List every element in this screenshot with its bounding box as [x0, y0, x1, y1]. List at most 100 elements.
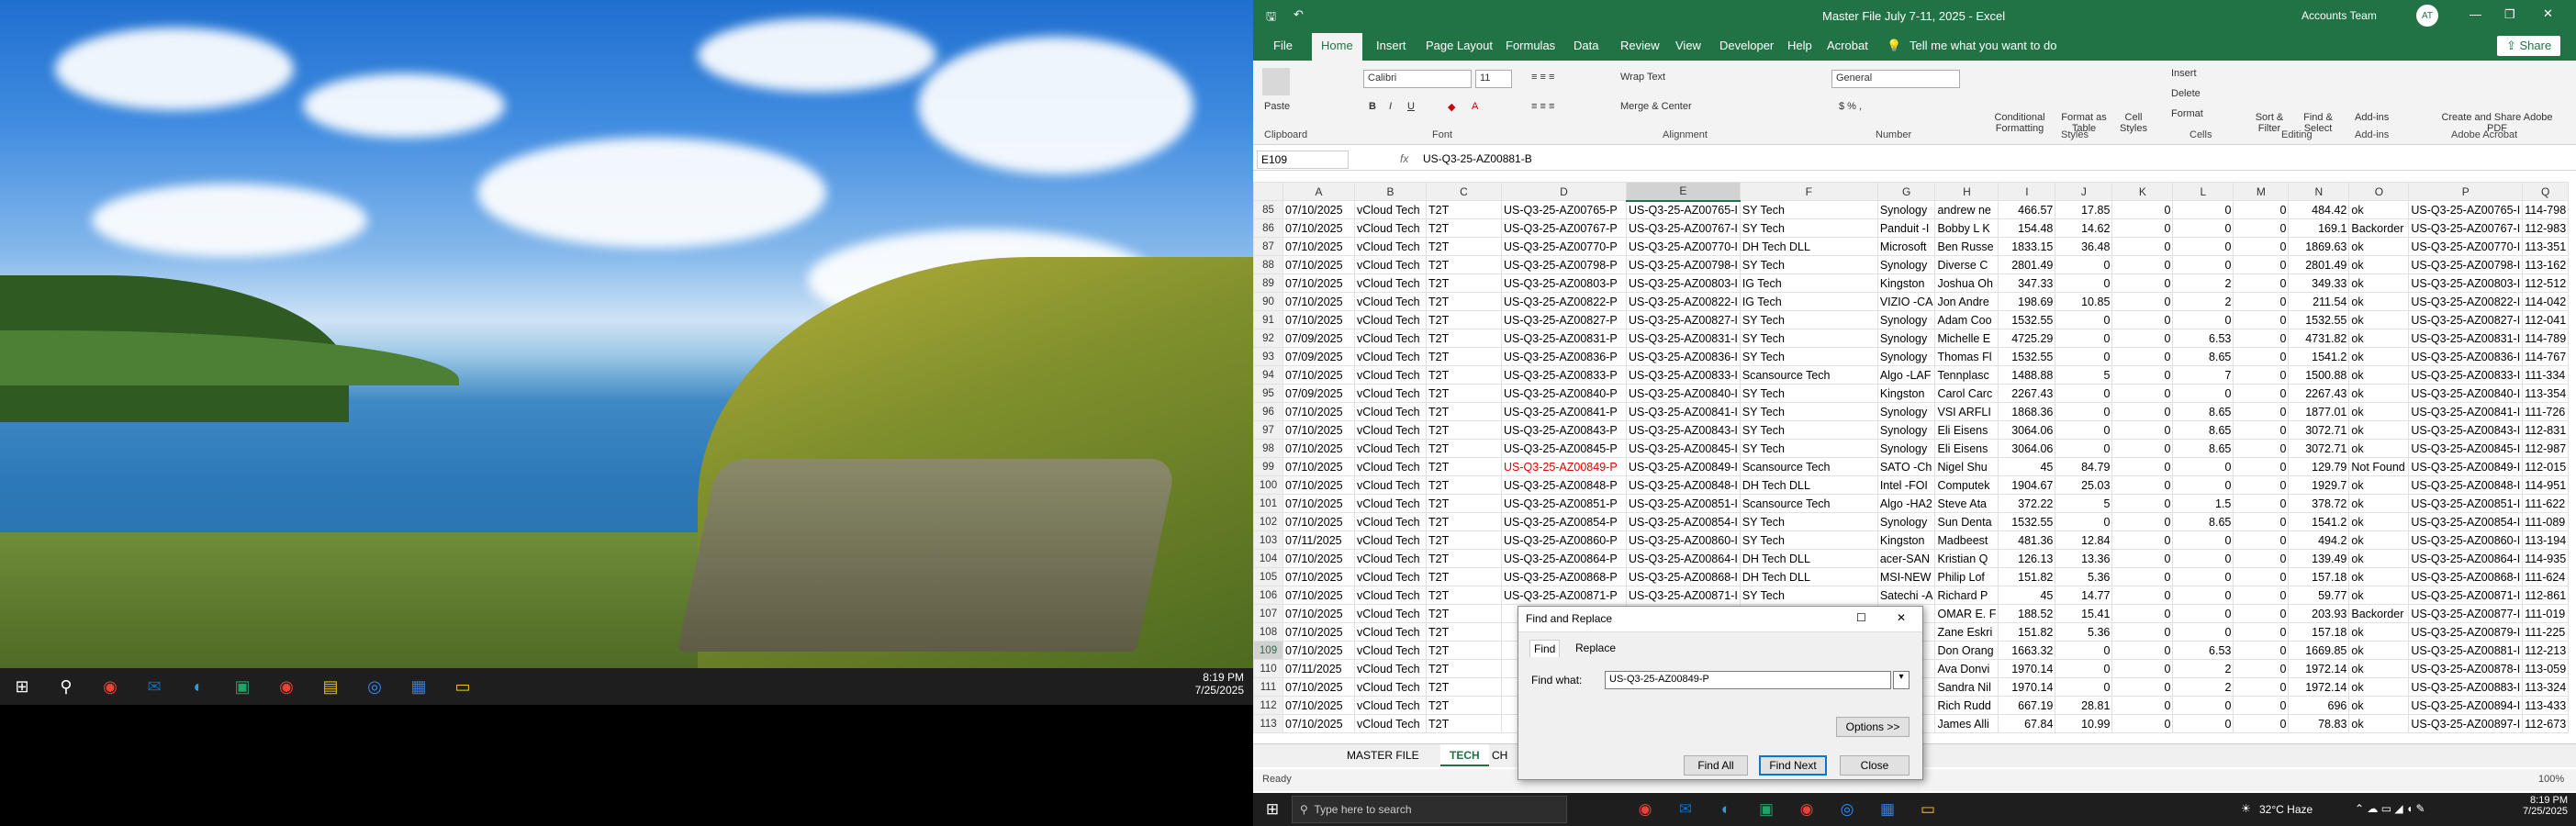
font-size-select[interactable]: 11	[1475, 70, 1512, 88]
cell[interactable]: vCloud Tech	[1354, 512, 1427, 531]
cell[interactable]: 113-059	[2522, 659, 2570, 678]
cell[interactable]: 0	[2172, 384, 2234, 403]
cell[interactable]: ok	[2348, 714, 2410, 733]
cell[interactable]: 07/10/2025	[1282, 475, 1355, 495]
cell[interactable]: US-Q3-25-AZ00765-P	[1501, 200, 1627, 219]
cell[interactable]: 0	[2111, 549, 2174, 568]
cell[interactable]: T2T	[1426, 384, 1502, 403]
cell[interactable]: 07/10/2025	[1282, 273, 1355, 293]
cell[interactable]: 1532.55	[1998, 347, 2056, 366]
italic-icon[interactable]: I	[1389, 101, 1392, 112]
cell[interactable]: T2T	[1426, 292, 1502, 311]
cell[interactable]: Kristian Q	[1934, 549, 1999, 568]
cell[interactable]: VSI ARFLI	[1934, 402, 1999, 421]
cell[interactable]: US-Q3-25-AZ00822-P	[1501, 292, 1627, 311]
name-box[interactable]: E109	[1257, 151, 1349, 169]
cell[interactable]: 2801.49	[1998, 255, 2056, 274]
cell[interactable]: 0	[2233, 457, 2290, 476]
cell[interactable]: 07/10/2025	[1282, 622, 1355, 642]
insert-cells-button[interactable]: Insert	[2171, 68, 2197, 79]
cell[interactable]: 1541.2	[2288, 347, 2350, 366]
cell[interactable]: 211.54	[2288, 292, 2350, 311]
cell[interactable]: vCloud Tech	[1354, 329, 1427, 348]
cell[interactable]: 0	[2233, 218, 2290, 238]
cell[interactable]: US-Q3-25-AZ00765-I	[1626, 200, 1741, 219]
system-tray-icons[interactable]: ⌃ ☁ ▭ ◢ ◖ ✎	[2355, 802, 2425, 815]
cell[interactable]: US-Q3-25-AZ00881-I	[2408, 641, 2524, 660]
cell[interactable]: 5	[2055, 494, 2113, 513]
cell[interactable]: T2T	[1426, 567, 1502, 586]
file-explorer-icon[interactable]: ▭	[1914, 796, 1942, 823]
cell[interactable]: vCloud Tech	[1354, 586, 1427, 605]
find-all-button[interactable]: Find All	[1684, 755, 1748, 776]
cell[interactable]: vCloud Tech	[1354, 530, 1427, 550]
cell[interactable]: Richard P	[1934, 586, 1999, 605]
cell[interactable]: 198.69	[1998, 292, 2056, 311]
cell[interactable]: Synology	[1876, 512, 1936, 531]
cell[interactable]: Michelle E	[1934, 329, 1999, 348]
cell[interactable]: Adam Coo	[1934, 310, 1999, 329]
row-header[interactable]: 107	[1253, 604, 1283, 623]
outlook-icon[interactable]: ✉	[140, 672, 169, 701]
row-header[interactable]: 92	[1253, 329, 1283, 348]
cell[interactable]: andrew ne	[1934, 200, 1999, 219]
row-header[interactable]: 90	[1253, 292, 1283, 311]
cell[interactable]: 113-324	[2522, 677, 2570, 697]
cell[interactable]: Jon Andre	[1934, 292, 1999, 311]
cell[interactable]: vCloud Tech	[1354, 218, 1427, 238]
weather-icon[interactable]: ☀	[2241, 802, 2251, 815]
cell[interactable]: 114-935	[2522, 549, 2570, 568]
cell[interactable]: US-Q3-25-AZ00843-P	[1501, 420, 1627, 440]
cell[interactable]: US-Q3-25-AZ00833-I	[1626, 365, 1741, 385]
cell[interactable]: 0	[2233, 329, 2290, 348]
cell[interactable]: 111-019	[2522, 604, 2570, 623]
cell[interactable]: 07/10/2025	[1282, 494, 1355, 513]
cell[interactable]: 0	[2111, 641, 2174, 660]
cell[interactable]: 347.33	[1998, 273, 2056, 293]
cell[interactable]: 113-162	[2522, 255, 2570, 274]
cell[interactable]: Carol Carc	[1934, 384, 1999, 403]
cell[interactable]: 0	[2172, 237, 2234, 256]
cell[interactable]: 1488.88	[1998, 365, 2056, 385]
cell[interactable]: ok	[2348, 273, 2410, 293]
cell[interactable]: Satechi -A	[1876, 586, 1936, 605]
cell[interactable]: vCloud Tech	[1354, 549, 1427, 568]
tab-formulas[interactable]: Formulas	[1506, 39, 1555, 52]
cell[interactable]: SY Tech	[1739, 512, 1878, 531]
cell[interactable]: 1929.7	[2288, 475, 2350, 495]
cell[interactable]: US-Q3-25-AZ00827-I	[2408, 310, 2524, 329]
cell[interactable]: 111-225	[2522, 622, 2570, 642]
cell[interactable]: vCloud Tech	[1354, 237, 1427, 256]
row-header[interactable]: 103	[1253, 530, 1283, 550]
cell[interactable]: vCloud Tech	[1354, 696, 1427, 715]
cell[interactable]: SY Tech	[1739, 586, 1878, 605]
cell[interactable]: vCloud Tech	[1354, 604, 1427, 623]
row-header[interactable]: 88	[1253, 255, 1283, 274]
cell[interactable]: 07/10/2025	[1282, 255, 1355, 274]
cell[interactable]: ok	[2348, 384, 2410, 403]
cell[interactable]: 07/10/2025	[1282, 439, 1355, 458]
cell[interactable]: 2	[2172, 292, 2234, 311]
outlook-icon[interactable]: ✉	[1672, 796, 1699, 823]
edge-icon[interactable]: ◐	[1712, 796, 1740, 823]
cell[interactable]: 1.5	[2172, 494, 2234, 513]
cell[interactable]: 0	[2172, 475, 2234, 495]
format-cells-button[interactable]: Format	[2171, 108, 2203, 119]
excel-icon[interactable]: ▣	[1753, 796, 1780, 823]
cell[interactable]: US-Q3-25-AZ00883-I	[2408, 677, 2524, 697]
cell[interactable]: ok	[2348, 641, 2410, 660]
cell[interactable]: SY Tech	[1739, 310, 1878, 329]
cell[interactable]: 169.1	[2288, 218, 2350, 238]
number-format-select[interactable]: General	[1831, 70, 1960, 88]
app-icon[interactable]: ▦	[1874, 796, 1901, 823]
cell[interactable]: 0	[2233, 696, 2290, 715]
conditional-formatting-button[interactable]: Conditional Formatting	[1988, 112, 2052, 134]
cell[interactable]: T2T	[1426, 604, 1502, 623]
cell[interactable]: US-Q3-25-AZ00840-I	[1626, 384, 1741, 403]
tab-page-layout[interactable]: Page Layout	[1426, 39, 1493, 52]
cell[interactable]: 667.19	[1998, 696, 2056, 715]
cell[interactable]: 07/10/2025	[1282, 402, 1355, 421]
cell[interactable]: 0	[2055, 347, 2113, 366]
row-header[interactable]: 87	[1253, 237, 1283, 256]
cell[interactable]: 0	[2172, 218, 2234, 238]
